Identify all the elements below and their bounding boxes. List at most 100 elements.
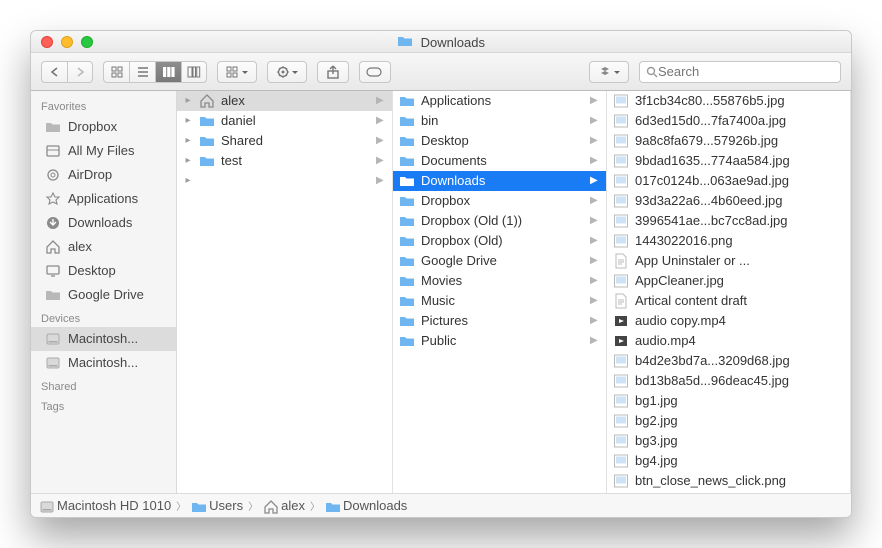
list-item[interactable]: Google Drive▶ [393, 251, 606, 271]
list-item[interactable]: bg2.jpg [607, 411, 850, 431]
list-item[interactable]: audio.mp4 [607, 331, 850, 351]
breadcrumb-item[interactable]: Users [191, 498, 243, 513]
sidebar-item-applications[interactable]: Applications [31, 187, 176, 211]
list-item[interactable]: b4d2e3bd7a...3209d68.jpg [607, 351, 850, 371]
close-button[interactable] [41, 36, 53, 48]
list-item[interactable]: 3996541ae...bc7cc8ad.jpg [607, 211, 850, 231]
sidebar-item-airdrop[interactable]: AirDrop [31, 163, 176, 187]
dropbox-toolbar-button[interactable] [589, 61, 629, 83]
sidebar-item-macintosh-[interactable]: Macintosh... [31, 351, 176, 375]
list-item[interactable]: 3f1cb34c80...55876b5.jpg [607, 91, 850, 111]
list-item[interactable]: Dropbox (Old)▶ [393, 231, 606, 251]
list-item[interactable]: ▸▶ [177, 171, 392, 191]
folder-blue-icon [399, 253, 415, 269]
zoom-button[interactable] [81, 36, 93, 48]
item-label: bin [421, 112, 584, 130]
item-label: Dropbox (Old (1)) [421, 212, 584, 230]
minimize-button[interactable] [61, 36, 73, 48]
sidebar-item-label: Downloads [68, 213, 132, 233]
breadcrumb-item[interactable]: Macintosh HD 1010 [39, 498, 171, 513]
folder-grey-icon [45, 287, 61, 303]
item-label: 9a8c8fa679...57926b.jpg [635, 132, 844, 150]
column-3[interactable]: 3f1cb34c80...55876b5.jpg6d3ed15d0...7fa7… [607, 91, 851, 493]
list-item[interactable]: bg1.jpg [607, 391, 850, 411]
finder-window: Downloads FavoritesDropboxAll My FilesAi… [30, 30, 852, 518]
action-button[interactable] [267, 61, 307, 83]
window-title: Downloads [31, 33, 851, 50]
list-item[interactable]: Documents▶ [393, 151, 606, 171]
breadcrumb-item[interactable]: alex [263, 498, 305, 513]
list-item[interactable]: bg3.jpg [607, 431, 850, 451]
list-item[interactable]: bd13b8a5d...96deac45.jpg [607, 371, 850, 391]
chevron-right-icon: ▶ [590, 232, 600, 250]
sidebar-item-google-drive[interactable]: Google Drive [31, 283, 176, 307]
list-item[interactable]: bin▶ [393, 111, 606, 131]
titlebar: Downloads [31, 31, 851, 53]
list-item[interactable]: 1443022016.png [607, 231, 850, 251]
breadcrumb-label: Downloads [343, 498, 407, 513]
list-item[interactable]: App Uninstaler or ... [607, 251, 850, 271]
list-item[interactable]: btn_close_news_click.png [607, 471, 850, 491]
view-columns[interactable] [155, 61, 181, 83]
tags-button[interactable] [359, 61, 391, 83]
home-icon [263, 499, 277, 513]
view-gallery[interactable] [181, 61, 207, 83]
expander-icon[interactable]: ▸ [183, 152, 193, 170]
search-input[interactable] [658, 64, 834, 79]
sidebar-item-macintosh-[interactable]: Macintosh... [31, 327, 176, 351]
img-icon [613, 353, 629, 369]
search-field[interactable] [639, 61, 841, 83]
list-item[interactable]: Movies▶ [393, 271, 606, 291]
column-2[interactable]: Applications▶bin▶Desktop▶Documents▶Downl… [393, 91, 607, 493]
item-label: App Uninstaler or ... [635, 252, 844, 270]
list-item[interactable]: Artical content draft [607, 291, 850, 311]
list-item[interactable]: Downloads▶ [393, 171, 606, 191]
item-label: Artical content draft [635, 292, 844, 310]
list-item[interactable]: 93d3a22a6...4b60eed.jpg [607, 191, 850, 211]
view-list[interactable] [129, 61, 155, 83]
sidebar-section-header: Tags [31, 395, 176, 415]
sidebar-item-all-my-files[interactable]: All My Files [31, 139, 176, 163]
back-button[interactable] [41, 61, 67, 83]
list-item[interactable]: ▸daniel▶ [177, 111, 392, 131]
list-item[interactable]: Dropbox (Old (1))▶ [393, 211, 606, 231]
list-item[interactable]: Dropbox▶ [393, 191, 606, 211]
share-button[interactable] [317, 61, 349, 83]
list-item[interactable]: 6d3ed15d0...7fa7400a.jpg [607, 111, 850, 131]
folder-grey-icon [45, 119, 61, 135]
chevron-right-icon: ▶ [590, 292, 600, 310]
breadcrumb-item[interactable]: Downloads [325, 498, 407, 513]
list-item[interactable]: Public▶ [393, 331, 606, 351]
list-item[interactable]: bg4.jpg [607, 451, 850, 471]
list-item[interactable]: Applications▶ [393, 91, 606, 111]
list-item[interactable]: audio copy.mp4 [607, 311, 850, 331]
expander-icon[interactable]: ▸ [183, 132, 193, 150]
list-item[interactable]: AppCleaner.jpg [607, 271, 850, 291]
expander-icon[interactable]: ▸ [183, 172, 193, 190]
expander-icon[interactable]: ▸ [183, 92, 193, 110]
list-item[interactable]: Desktop▶ [393, 131, 606, 151]
list-item[interactable]: ▸alex▶ [177, 91, 392, 111]
forward-button[interactable] [67, 61, 93, 83]
list-item[interactable]: ▸test▶ [177, 151, 392, 171]
list-item[interactable]: 9bdad1635...774aa584.jpg [607, 151, 850, 171]
sidebar-item-desktop[interactable]: Desktop [31, 259, 176, 283]
item-label: 3f1cb34c80...55876b5.jpg [635, 92, 844, 110]
item-label: 9bdad1635...774aa584.jpg [635, 152, 844, 170]
folder-blue-icon [199, 133, 215, 149]
sidebar-section-header: Devices [31, 307, 176, 327]
arrange-button[interactable] [217, 61, 257, 83]
column-1[interactable]: ▸alex▶▸daniel▶▸Shared▶▸test▶▸▶ [177, 91, 393, 493]
sidebar-item-dropbox[interactable]: Dropbox [31, 115, 176, 139]
list-item[interactable]: Pictures▶ [393, 311, 606, 331]
img-icon [613, 453, 629, 469]
expander-icon[interactable]: ▸ [183, 112, 193, 130]
sidebar-item-downloads[interactable]: Downloads [31, 211, 176, 235]
sidebar-item-alex[interactable]: alex [31, 235, 176, 259]
list-item[interactable]: Music▶ [393, 291, 606, 311]
sidebar-item-label: Dropbox [68, 117, 117, 137]
list-item[interactable]: 017c0124b...063ae9ad.jpg [607, 171, 850, 191]
view-icons[interactable] [103, 61, 129, 83]
list-item[interactable]: ▸Shared▶ [177, 131, 392, 151]
list-item[interactable]: 9a8c8fa679...57926b.jpg [607, 131, 850, 151]
